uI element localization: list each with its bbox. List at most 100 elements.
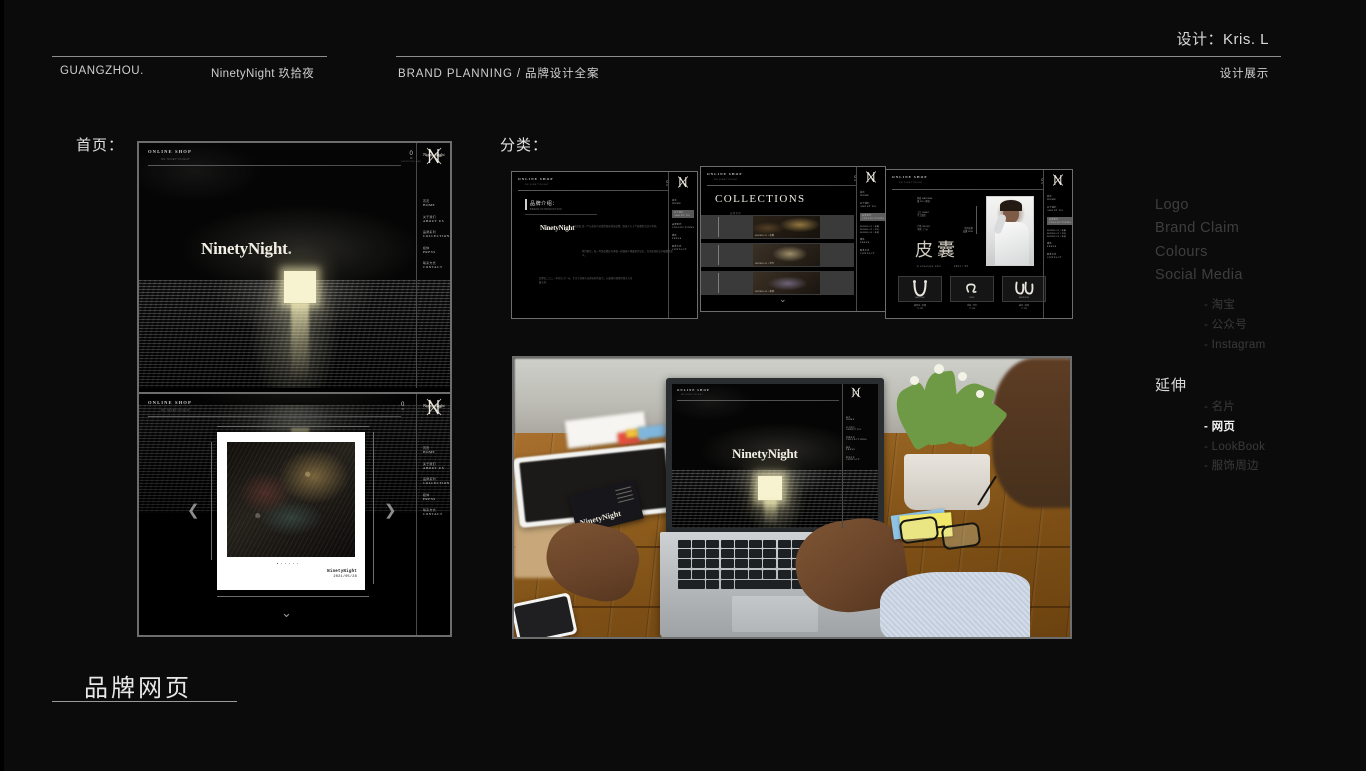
site-nav-item-contact[interactable]: 联系方式 CONTACT [423,508,450,516]
spec-cn: 材质 MATERIAL [917,198,933,200]
screen-logo-icon [848,386,864,399]
laptop-mockup-photo: NinetyNight ONLINE SHOP NN NINETYNIGHT 首… [512,356,1072,639]
collection-thumb[interactable]: SERIES 02 / 浮光 [753,244,820,266]
site-nav-item-press[interactable]: 媒体 PRESS [423,246,450,254]
rnav-sub-namecard[interactable]: - 名片 [1155,398,1355,418]
carousel-dot[interactable] [277,563,279,565]
panel-a-nav-home[interactable]: 首页 HOME [672,199,694,205]
panel-c-logo-icon[interactable] [1049,173,1067,187]
rnav-item-brand-claim[interactable]: Brand Claim [1155,217,1355,240]
carousel-dot[interactable] [284,563,287,565]
panel-a-para3: 品牌自二〇二一年创立于广州，专注于金属与天然石材的结合，以极简的轮廓呈现东方含蓄… [539,278,633,284]
site-topbar-carousel: ONLINE SHOP NN NINETYNIGHT 0 ¥0 [139,394,450,420]
collection-row[interactable]: SERIES 03 / 夜渡 [701,271,854,295]
rnav-sub-webpage[interactable]: - 网页 [1155,418,1355,438]
panel-c-nav-press[interactable]: 媒体 PRESS [1047,242,1072,248]
panel-c-nav-home[interactable]: 首页 HOME [1047,195,1072,201]
carousel-dot[interactable] [292,563,295,565]
collection-thumb[interactable]: SERIES 03 / 夜渡 [753,272,820,294]
panel-c-nav-collections[interactable]: 品牌系列 COLLECTIONS [1047,217,1072,225]
ninetynight-logo-icon[interactable]: NinetyNight [421,146,447,166]
nav-en: HOME [1047,198,1057,201]
panel-b-sub-1[interactable]: SERIES 01 / 皮囊 SERIES 02 / 浮光 SERIES 03 … [860,225,885,234]
collection-thumb[interactable]: SERIES 01 / 皮囊 [753,216,820,238]
meta-price: ￥ 399 [1020,308,1028,311]
carousel-caption-date: 2021/05/28 [333,575,357,579]
panel-b-logo-icon[interactable] [862,170,880,184]
collection-caption: SERIES 02 / 浮光 [755,263,775,265]
panel-a-title: 品牌介绍： BRAND INTRODUCTION [530,200,562,211]
panel-a-nav-contact[interactable]: 联系方式 CONTACT [672,245,694,251]
panel-b-nav-contact[interactable]: 联系方式 CONTACT [860,249,885,255]
site-nav-item-home[interactable]: 首页 HOME [423,446,450,454]
cart-indicator[interactable]: 0 ¥0 SHOPPING BAG [401,151,421,164]
panel-b-scroll-chevron-icon[interactable]: ⌄ [779,295,787,304]
carousel-dots[interactable] [277,563,299,565]
panel-c-nav-contact[interactable]: 联系方式 CONTACT [1047,253,1072,259]
product-card-1[interactable]: EAR CUFF [898,276,942,302]
ninetynight-logo-icon[interactable]: NinetyNight [421,397,447,417]
site-nav-carousel: 首页 HOME 关于我们 ABOUT US 品牌系列 COLLECTIONS 媒… [423,446,450,524]
site-header-rule [148,165,401,166]
collection-caption: SERIES 01 / 皮囊 [755,235,775,237]
site-nav-item-contact[interactable]: 联系方式 CONTACT [423,261,450,269]
panel-b-nav-collections[interactable]: 品牌系列 COLLECTIONS [860,213,885,221]
site-nav-item-home[interactable]: 首页 HOME [423,199,450,207]
carousel-next-icon[interactable]: ❯ [384,504,397,519]
site-nav-item-about[interactable]: 关于我们 ABOUT US [423,215,450,223]
photo-plant-pot [904,454,990,510]
panel-a-logo-icon[interactable] [674,175,692,189]
site-nav-item-about[interactable]: 关于我们 ABOUT US [423,462,450,470]
presentation-page: 设计：Kris. L GUANGZHOU. NinetyNight 玖拾夜 BR… [0,0,1366,771]
rnav-item-social-media[interactable]: Social Media [1155,264,1355,287]
homepage-mockup-frame: ONLINE SHOP NN NINETYNIGHT 0 ¥0 SHOPPING… [137,141,452,637]
product-card-1-label: EAR CUFF [915,297,925,299]
carousel-left-bar [211,442,212,560]
rnav-sub-apparel[interactable]: - 服饰周边 [1155,457,1355,477]
rnav-sub-lookbook[interactable]: - LookBook [1155,438,1355,458]
product-meta-2: 戒指 / 浮光 ￥ 349 [950,305,994,311]
carousel-prev-icon[interactable]: ❮ [187,504,200,519]
rnav-sub-taobao[interactable]: - 淘宝 [1155,296,1355,316]
carousel-dot[interactable] [288,563,291,565]
collection-row[interactable]: SERIES 02 / 浮光 [701,243,854,267]
panel-c-sub-list[interactable]: SERIES 01 / 皮囊 SERIES 02 / 浮光 SERIES 03 … [1047,229,1072,238]
panel-b-nav-home[interactable]: 首页 HOME [860,191,885,197]
carousel-dot[interactable] [280,563,283,565]
panel-c-nav-about[interactable]: 关于我们 ABOUT US [1047,206,1072,212]
nav-en: ABOUT US [423,218,445,223]
nav-en: PRESS [860,241,870,244]
panel-b-nav-about[interactable]: 关于我们 ABOUT US [860,202,885,208]
nav-en: ABOUT US [423,465,445,470]
cart-indicator[interactable]: 0 ¥0 [401,402,404,411]
site-nav-item-collections[interactable]: 品牌系列 COLLECTIONS [423,230,450,238]
product-card-3[interactable]: EARRINGS [1002,276,1046,302]
site-nav-item-collections[interactable]: 品牌系列 COLLECTIONS [423,477,450,485]
product-card-2[interactable]: RING [950,276,994,302]
right-nav: Logo Brand Claim Colours Social Media - … [1155,194,1355,477]
carousel-photo [227,442,355,557]
rnav-item-logo[interactable]: Logo [1155,194,1355,217]
rnav-sub-wechat[interactable]: - 公众号 [1155,316,1355,336]
carousel-dot[interactable] [296,563,299,565]
scroll-down-chevron-icon[interactable]: ⌄ [281,606,292,619]
photo-trackpad [732,596,818,632]
panel-b-shop-label: ONLINE SHOP [707,172,743,176]
panel-a-shop-label: ONLINE SHOP [518,177,554,181]
site-nav-item-press[interactable]: 媒体 PRESS [423,493,450,501]
row-vline [718,273,719,293]
hero-moon-reflection [291,303,309,381]
collection-row[interactable]: SERIES 01 / 皮囊 [701,215,854,239]
header-planning-cn: 品牌设计全案 [524,68,600,80]
panel-b-nav-press[interactable]: 媒体 PRESS [860,238,885,244]
rnav-sub-instagram[interactable]: - Instagram [1155,336,1355,356]
panel-a-title-text: 品牌介绍： [530,201,559,207]
panel-a-nav-collections[interactable]: 品牌系列 COLLECTIONS [672,223,694,229]
rnav-item-colours[interactable]: Colours [1155,241,1355,264]
panel-a-nav-divider [668,172,669,318]
hero-water-scene [139,143,450,388]
hero-wordmark-text: NinetyNight [201,239,288,258]
meta-price: ￥ 289 [916,308,924,311]
panel-a-nav-about[interactable]: 关于我们 ABOUT US [672,210,695,218]
panel-a-nav-press[interactable]: 媒体 PRESS [672,234,694,240]
